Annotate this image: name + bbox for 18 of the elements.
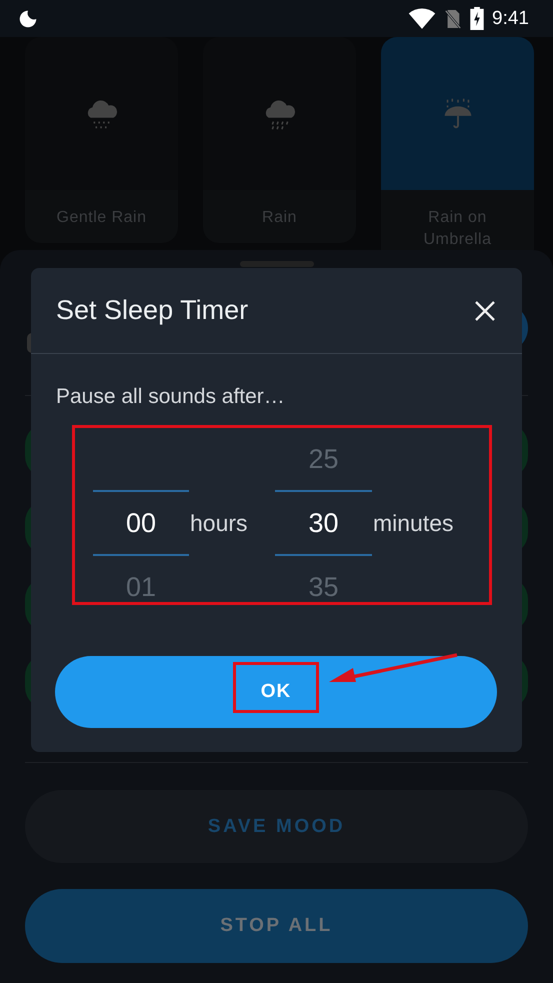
dialog-title: Set Sleep Timer bbox=[56, 295, 248, 326]
picker-value: 35 bbox=[307, 570, 340, 604]
picker-selected-value[interactable]: 30 bbox=[275, 490, 372, 556]
close-icon[interactable] bbox=[473, 298, 497, 322]
wifi-icon bbox=[408, 8, 436, 30]
no-sim-icon bbox=[444, 8, 462, 30]
drag-handle[interactable] bbox=[240, 261, 314, 267]
picker-value: 25 bbox=[307, 442, 340, 476]
unit-label: hours bbox=[189, 508, 249, 538]
save-mood-button[interactable]: SAVE MOOD bbox=[25, 790, 528, 863]
ok-button[interactable]: OK bbox=[55, 656, 497, 728]
unit-label: minutes bbox=[372, 508, 455, 538]
dialog-prompt: Pause all sounds after… bbox=[55, 384, 286, 409]
stop-all-button[interactable]: STOP ALL bbox=[25, 889, 528, 963]
picker-value: 01 bbox=[124, 570, 158, 604]
battery-icon bbox=[470, 7, 484, 30]
clock-time: 9:41 bbox=[492, 8, 529, 30]
picker-selected-value[interactable]: 00 bbox=[93, 490, 189, 556]
